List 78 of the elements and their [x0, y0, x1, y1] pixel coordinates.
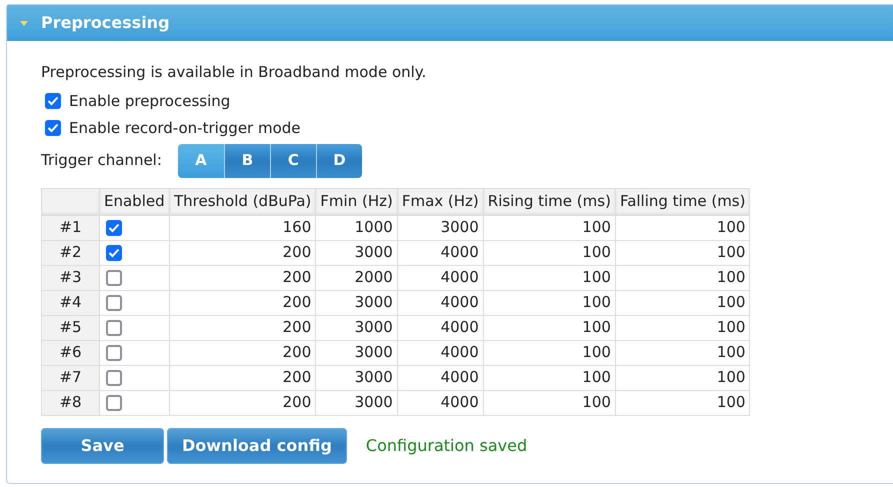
row-header: #5	[42, 315, 100, 340]
column-header: Falling time (ms)	[615, 188, 750, 215]
table-cell: 100	[615, 340, 750, 365]
table-cell: 2000	[316, 265, 398, 290]
table-cell: 100	[483, 390, 616, 415]
table-cell: 100	[483, 265, 616, 290]
download-button[interactable]: Download config	[167, 428, 347, 464]
table-cell: 200	[170, 365, 316, 390]
table-cell: 100	[483, 215, 616, 240]
table-cell: 200	[170, 340, 316, 365]
table-cell: 200	[170, 315, 316, 340]
panel-header[interactable]: Preprocessing	[7, 5, 893, 41]
table-cell: 4000	[397, 340, 484, 365]
table-cell: 100	[483, 240, 616, 265]
checkbox[interactable]	[106, 395, 122, 412]
table-cell: 200	[170, 265, 316, 290]
table-cell: 100	[615, 365, 750, 390]
checkbox[interactable]	[106, 220, 122, 236]
table-cell: 3000	[316, 240, 398, 265]
table-cell: 100	[615, 315, 750, 340]
table-cell: 100	[615, 265, 750, 290]
checkbox[interactable]	[106, 370, 122, 386]
caret-down-icon[interactable]	[19, 19, 29, 27]
status-message: Configuration saved	[366, 434, 528, 456]
checkbox[interactable]	[45, 120, 61, 136]
checkbox[interactable]	[106, 270, 122, 286]
table-cell: 200	[170, 240, 316, 265]
table-cell: 4000	[397, 240, 484, 265]
channel-tab[interactable]: D	[316, 144, 362, 178]
table-cell: 3000	[397, 215, 484, 240]
checkbox[interactable]	[106, 245, 122, 262]
channel-tab[interactable]: B	[224, 144, 270, 178]
trigger-label: Trigger channel:	[41, 150, 162, 172]
table-cell: 4000	[397, 290, 484, 315]
row-header: #6	[42, 340, 100, 365]
table-cell: 4000	[397, 365, 484, 390]
column-header: Fmax (Hz)	[397, 188, 484, 215]
table-cell: 100	[615, 290, 750, 315]
table-cell: 4000	[397, 265, 484, 290]
table-cell: 100	[483, 315, 616, 340]
table-cell: 100	[483, 340, 616, 365]
row-header: #1	[42, 215, 100, 240]
table-cell: 3000	[316, 365, 398, 390]
panel-title: Preprocessing	[41, 12, 170, 34]
table-cell: 100	[615, 215, 750, 240]
table-cell: 3000	[316, 340, 398, 365]
table-cell: 160	[170, 215, 316, 240]
column-header: Enabled	[100, 188, 170, 215]
table-cell: 3000	[316, 315, 398, 340]
table-cell: 4000	[397, 315, 484, 340]
table-cell: 4000	[397, 390, 484, 415]
checkbox[interactable]	[106, 320, 122, 336]
table-cell: 200	[170, 290, 316, 315]
info-text: Preprocessing is available in Broadband mode only.	[41, 62, 428, 83]
table-cell: 200	[170, 390, 316, 415]
table-cell: 3000	[316, 390, 398, 415]
checkbox[interactable]	[45, 93, 61, 109]
row-header: #2	[42, 240, 100, 265]
row-header: #4	[42, 290, 100, 315]
column-header: Threshold (dBuPa)	[170, 188, 316, 215]
column-header: Fmin (Hz)	[316, 188, 398, 215]
checkbox[interactable]	[106, 295, 122, 312]
table-cell: 100	[483, 290, 616, 315]
checkbox-label: Enable preprocessing	[69, 90, 230, 112]
table-cell: 3000	[316, 290, 398, 315]
checkbox[interactable]	[106, 345, 122, 362]
table-cell: 100	[615, 390, 750, 415]
row-header: #3	[42, 265, 100, 290]
column-header: Rising time (ms)	[483, 188, 616, 215]
table-cell: 100	[483, 365, 616, 390]
table-cell: 100	[615, 240, 750, 265]
row-header: #8	[42, 390, 100, 415]
table-cell: 1000	[316, 215, 398, 240]
checkbox-label: Enable record-on-trigger mode	[69, 118, 301, 139]
channel-tab[interactable]: C	[270, 144, 316, 178]
channel-tab[interactable]: A	[178, 144, 224, 178]
row-header: #7	[42, 365, 100, 390]
save-button[interactable]: Save	[41, 428, 164, 464]
